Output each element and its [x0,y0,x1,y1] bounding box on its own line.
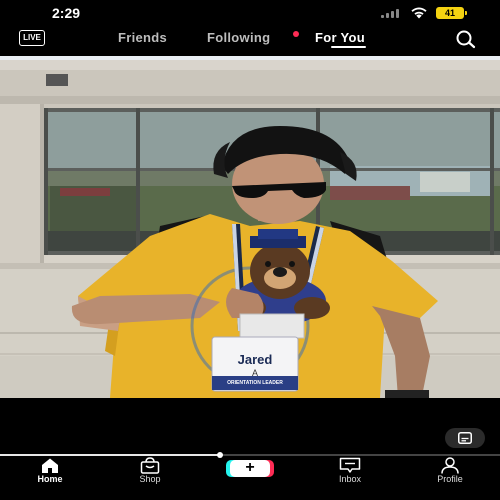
tab-home[interactable]: Home [20,456,80,500]
tab-following[interactable]: Following [207,30,270,45]
badge-name-label: Jared [237,352,273,367]
video-frame-image [0,56,500,398]
search-icon[interactable] [454,29,478,49]
captions-icon [458,432,472,444]
tab-profile-label: Profile [437,474,463,484]
tab-inbox-label: Inbox [338,474,362,484]
top-nav: LIVE Friends Following For You [0,26,500,56]
home-icon [42,458,58,473]
create-button[interactable]: + [226,460,274,477]
battery-level: 41 [444,8,455,18]
badge-name-text: Jared [212,353,298,367]
bottom-area: Home Shop + Inbox Profile [0,398,500,500]
cellular-signal-icon [381,9,399,18]
badge-footer-text: ORIENTATION LEADER [212,377,298,389]
bottom-tab-bar: Home Shop + Inbox Profile [0,456,500,500]
shop-icon [140,457,160,474]
badge-footer-label: ORIENTATION LEADER [227,380,283,386]
video-player[interactable]: Jared Jared A ORIENTATION LEADER [0,56,500,398]
live-button[interactable]: LIVE [19,30,45,46]
inbox-icon [339,457,361,473]
tab-inbox[interactable]: Inbox [320,456,380,500]
tab-for-you[interactable]: For You [315,30,365,45]
tab-profile[interactable]: Profile [420,456,480,500]
captions-button[interactable] [445,428,485,448]
active-tab-indicator [331,46,366,48]
tab-shop-label: Shop [139,474,161,484]
tab-friends[interactable]: Friends [118,30,167,45]
profile-icon [441,457,459,474]
tab-home-label: Home [37,474,63,484]
create-icon: + [230,460,270,477]
live-label: LIVE [23,33,41,42]
status-time: 2:29 [52,5,81,21]
battery-icon: 41 [436,7,467,19]
tab-shop[interactable]: Shop [120,456,180,500]
following-notification-dot [293,31,299,37]
status-bar: 2:29 41 [0,0,500,26]
wifi-icon [411,7,427,19]
